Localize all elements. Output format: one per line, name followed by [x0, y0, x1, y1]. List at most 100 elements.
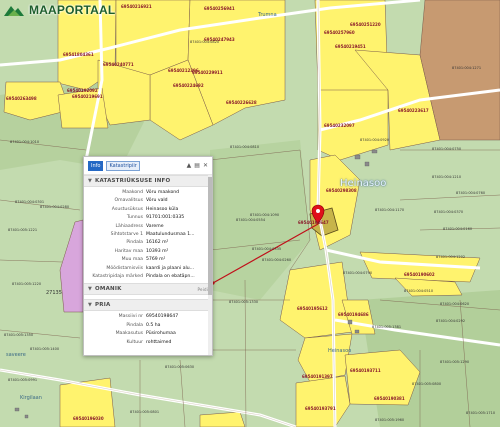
cadastre-code-label: 87401:005:0800 [412, 382, 442, 386]
print-icon[interactable]: ▤ [194, 162, 200, 169]
place-name-saveere: saveere [6, 352, 26, 358]
parcel-label: 69540198647 [298, 220, 329, 225]
info-key: Tunnus [126, 215, 143, 221]
cadastre-code-label: 87401:004:1210 [432, 175, 462, 179]
info-row: Massiivi nr 69540198647 [88, 313, 208, 321]
cadastre-code-label: 87401:005:1330 [229, 300, 259, 304]
info-key: Massiivi nr [118, 314, 143, 320]
section-title: KATASTRIÜKSUSE INFO [95, 178, 171, 184]
cadastre-code-label: 87401:004:0292 [436, 319, 466, 323]
info-key: Kultuur [126, 339, 143, 345]
hide-owner-link[interactable]: Peidi [198, 287, 209, 292]
place-name-kirgilaan: Kirgilaan [20, 395, 42, 401]
parcel-label: 69540216921 [121, 4, 152, 9]
thumbs-up-icon[interactable]: ▲ [187, 162, 192, 169]
info-key: Mõõdistamisviis [106, 265, 143, 271]
info-key: Maakasutus [115, 331, 143, 337]
info-row: Haritav maa 10393 m² [88, 248, 208, 256]
cadastre-code-label: 87401:005:1400 [30, 347, 60, 351]
place-name-heinasoo-small: Heinasoo [328, 348, 352, 354]
info-value: 5769 m² [146, 257, 166, 263]
info-row: Lähiaadress Vareme [88, 223, 208, 231]
cadastre-code-label: 87401:004:0510 [404, 289, 434, 293]
info-value: kaardi ja plaani alu... [146, 265, 195, 271]
app-logo[interactable]: MAAPORTAAL [3, 2, 115, 18]
cadastre-code-label: 87401:004:0750 [432, 147, 462, 151]
cadastre-code-label: 87401:004:0160 [443, 227, 473, 231]
parcel-label: 69540190381 [374, 396, 405, 401]
area-number-label: 27135 [46, 290, 62, 296]
info-value: Võru maakond [146, 190, 180, 195]
chevron-down-icon: ▼ [88, 286, 93, 293]
info-value: 91701:001:0335 [146, 215, 185, 221]
parcel-label: 69540232097 [324, 123, 355, 128]
info-row: Kultuur rohttaimed [88, 339, 208, 347]
parcel-label: 69540224692 [173, 83, 204, 88]
info-value: 69540198647 [146, 314, 179, 320]
parcel-label: 69540193791 [305, 406, 336, 411]
section-header-owner[interactable]: ▼ OMANIK Peidi [84, 283, 212, 296]
info-row: Maakasutus Püsirohumaa [88, 330, 208, 338]
place-name-trumna: Trumna [258, 12, 277, 18]
parcel-label: 69540251220 [350, 22, 381, 27]
field-parcel [314, 0, 389, 101]
cadastre-code-label: 87401:005:0630 [165, 365, 195, 369]
info-key: Omavalitsus [114, 198, 144, 204]
cadastre-info-rows: Maakond Võru maakond Omavalitsus Võru vald… [84, 187, 212, 283]
cadastre-code-label: 87401:004:1170 [375, 208, 405, 212]
section-header-pria[interactable]: ▼ PRIA [84, 299, 212, 312]
info-value: 10393 m² [146, 248, 169, 254]
parcel-label: 69540192092 [67, 88, 98, 93]
logo-mark-icon [4, 6, 24, 16]
info-key: Sihtotstarve 1 [110, 232, 143, 238]
cadastre-code-label: 87401:004:0370 [434, 210, 464, 214]
cadastre-code-label: 87401:005:1960 [375, 418, 405, 422]
info-key: Pindala [126, 240, 143, 246]
info-row: Katastripidaja märked Pindala on ebatäpn.… [88, 273, 208, 281]
parcel-label: 69540223617 [398, 108, 429, 113]
cadastre-code-label: 87401:005:0801 [130, 410, 160, 414]
parcel-label: 69540194686 [338, 312, 369, 317]
info-key: Asustusüksus [111, 206, 143, 212]
parcel-label: 69540191397 [302, 374, 333, 379]
field-parcel [279, 261, 353, 339]
cadastre-code-label: 87401:004:0301 [15, 200, 45, 204]
parcel-label: 69540190602 [404, 272, 435, 277]
info-key: Maakond [122, 190, 143, 195]
cadastre-code-label: 87401:005:1381 [372, 325, 402, 329]
tab-katastripiir[interactable]: Katastripiir [106, 160, 140, 171]
cadastre-code-label: 87401:005:1290 [440, 360, 470, 364]
parcel-label: 69540193711 [350, 368, 381, 373]
info-row: Tunnus 91701:001:0335 [88, 214, 208, 222]
parcel-label: 69540298308 [326, 188, 357, 193]
field-parcel [199, 411, 246, 427]
popup-scrollbar[interactable] [208, 175, 212, 355]
tab-info[interactable]: Info [88, 160, 104, 171]
info-value: Võru vald [146, 198, 168, 204]
scrollbar-thumb[interactable] [208, 177, 212, 295]
cadastre-code-label: 87401:005:0991 [8, 378, 38, 382]
info-row: Maakond Võru maakond [88, 189, 208, 197]
cadastre-code-label: 87401:004:0280 [40, 205, 70, 209]
info-row: Mõõdistamisviis kaardi ja plaani alu... [88, 265, 208, 273]
parcel-label: 69540219691 [72, 94, 103, 99]
info-key: Lähiaadress [115, 223, 143, 229]
close-icon[interactable]: ✕ [203, 162, 208, 169]
parcel-label: 69541804361 [63, 52, 94, 57]
chevron-down-icon: ▼ [88, 302, 93, 309]
cadastre-code-label: 87401:005:1350 [4, 333, 34, 337]
chevron-down-icon: ▼ [88, 178, 93, 184]
info-value: 0.5 ha [146, 322, 161, 328]
cadastre-code-label: 87401:004:0260 [262, 258, 292, 262]
parcel-label: 69540195612 [297, 306, 328, 311]
cadastre-code-label: 87401:004:1010 [10, 140, 40, 144]
info-value: Maatulundusmaa 1... [146, 232, 195, 238]
info-row: Omavalitsus Võru vald [88, 197, 208, 205]
section-header-cadastre[interactable]: ▼ KATASTRIÜKSUSE INFO [84, 175, 212, 187]
info-value: Vareme [146, 223, 164, 229]
info-value: rohttaimed [146, 339, 172, 345]
cadastre-code-label: 87401:004:0810 [230, 145, 260, 149]
info-key: Muu maa [121, 257, 143, 263]
cadastre-code-label: 87401:004:1202 [436, 255, 466, 259]
parcel-label: 69540196030 [73, 416, 104, 421]
